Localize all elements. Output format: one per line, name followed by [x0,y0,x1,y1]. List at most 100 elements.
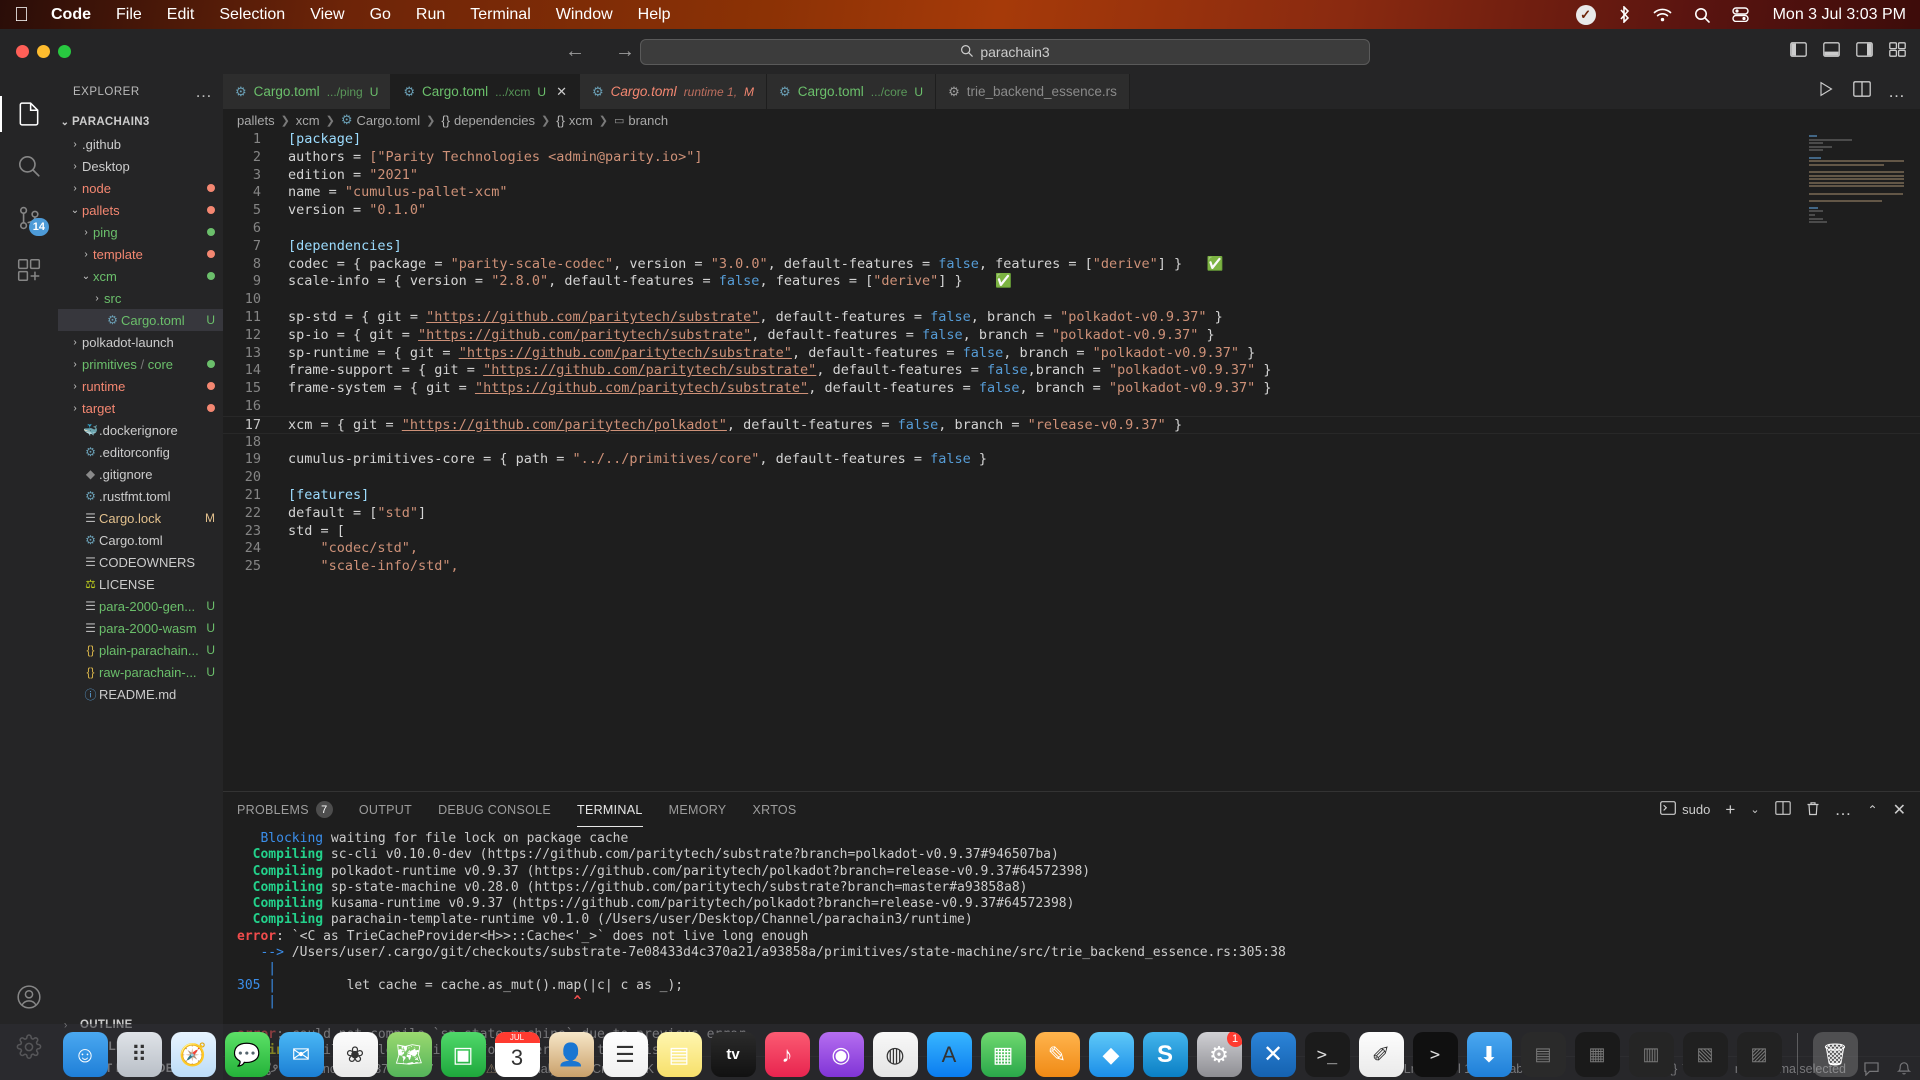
dock-item-skype[interactable]: S [1142,1032,1188,1077]
customize-layout-icon[interactable] [1889,41,1906,62]
explorer-item-cargo-toml[interactable]: ⚙ Cargo.toml U [58,309,223,331]
layout-controls[interactable] [1790,41,1906,62]
toggle-primary-sidebar-icon[interactable] [1790,41,1807,62]
dock-item-pages[interactable]: ✎ [1034,1032,1080,1077]
kill-terminal-icon[interactable] [1806,801,1820,819]
explorer-item-pallets[interactable]: ⌄ pallets [58,199,223,221]
dock-item-appletv[interactable]: tv [710,1032,756,1077]
dock-item-system-settings[interactable]: ⚙ 1 [1196,1032,1242,1077]
explorer-file-tree[interactable]: ⌄ PARACHAIN3 › .github › Desktop › node ⌄ palle… [58,109,223,1014]
explorer-item-template[interactable]: › template [58,243,223,265]
panel-tab-terminal[interactable]: TERMINAL [577,792,643,827]
dock-item-podcasts[interactable]: ◉ [818,1032,864,1077]
split-terminal-icon[interactable] [1774,801,1791,818]
explorer-item-dockerignore[interactable]: 🐳 .dockerignore [58,419,223,441]
menu-item-terminal[interactable]: Terminal [470,6,530,24]
quick-open-input[interactable]: parachain3 [640,38,1370,65]
panel-tab-problems[interactable]: PROBLEMS 7 [237,792,333,827]
menu-item-run[interactable]: Run [416,6,445,24]
explorer-item-ping[interactable]: › ping [58,221,223,243]
breadcrumb[interactable]: pallets ❯ xcm ❯ ⚙ Cargo.toml ❯ {} depend… [223,109,1920,131]
toggle-secondary-sidebar-icon[interactable] [1856,41,1873,62]
explorer-item-src[interactable]: › src [58,287,223,309]
dock-item-messages[interactable]: 💬 [224,1032,270,1077]
dock-item-safari[interactable]: 🧭 [170,1032,216,1077]
dock-item-music[interactable]: ♪ [764,1032,810,1077]
terminal-shell-label[interactable]: sudo [1660,801,1710,818]
dock-item-numbers[interactable]: ▦ [980,1032,1026,1077]
new-terminal-icon[interactable]: + [1725,800,1735,820]
search-icon[interactable] [1694,7,1710,23]
dock-item-notes[interactable]: ▤ [656,1032,702,1077]
editor-tab-0[interactable]: ⚙ Cargo.toml .../ping U [223,74,392,109]
menu-item-selection[interactable]: Selection [219,6,285,24]
activity-bar-item-accounts[interactable] [0,976,58,1028]
editor-actions[interactable]: … [1818,74,1920,109]
menu-item-view[interactable]: View [310,6,344,24]
dock-item-vscode[interactable]: ✕ [1250,1032,1296,1077]
dock-item-window-2[interactable]: ▦ [1574,1032,1620,1077]
menu-item-code[interactable]: Code [51,6,91,24]
activity-bar-item-explorer[interactable] [0,88,58,140]
dock-item-app-store[interactable]: A [926,1032,972,1077]
arrow-right-icon[interactable]: → [615,40,635,63]
close-window-button[interactable] [16,45,29,58]
editor-scrollbar[interactable] [1906,131,1920,791]
wifi-icon[interactable] [1653,8,1672,22]
editor-tab-2[interactable]: ⚙ Cargo.toml runtime 1, M [580,74,768,109]
dock-item-trash[interactable]: 🗑 [1812,1032,1858,1077]
activity-bar-item-source-control[interactable]: 14 [0,192,58,244]
explorer-item-polkadot-launch[interactable]: › polkadot-launch [58,331,223,353]
code-editor[interactable]: 1 [package] 2 authors = ["Parity Technologi… [223,131,1920,791]
more-icon[interactable]: … [1835,800,1853,820]
breadcrumb-item-xcm-dep[interactable]: {} xcm [556,113,593,128]
tab-close-icon[interactable]: ✕ [556,84,567,100]
minimap[interactable] [1809,135,1904,224]
explorer-item-gitignore[interactable]: ◆ .gitignore [58,463,223,485]
dock-item-mail[interactable]: ✉ [278,1032,324,1077]
explorer-item-node[interactable]: › node [58,177,223,199]
dock-item-finder[interactable]: ☺ [62,1032,108,1077]
explorer-item-desktop[interactable]: › Desktop [58,155,223,177]
explorer-item-editorconfig[interactable]: ⚙ .editorconfig [58,441,223,463]
dock-item-window-4[interactable]: ▧ [1682,1032,1728,1077]
maximize-window-button[interactable] [58,45,71,58]
breadcrumb-item-pallets[interactable]: pallets [237,113,275,128]
menu-item-edit[interactable]: Edit [167,6,195,24]
breadcrumb-item-dependencies[interactable]: {} dependencies [441,113,535,128]
control-center-icon[interactable] [1731,7,1749,22]
split-editor-icon[interactable] [1853,81,1871,102]
panel-tab-xrtos[interactable]: XRTOS [752,792,796,827]
dock-item-contacts[interactable]: 👤 [548,1032,594,1077]
dock-item-iterm[interactable]: > [1412,1032,1458,1077]
dock-item-window-5[interactable]: ▨ [1736,1032,1782,1077]
dock-item-reminders[interactable]: ☰ [602,1032,648,1077]
maximize-panel-icon[interactable]: ⌃ [1868,803,1878,817]
dock-item-maps[interactable]: 🗺 [386,1032,432,1077]
menu-clock[interactable]: Mon 3 Jul 3:03 PM [1773,6,1906,24]
dropdown-icon[interactable]: ⌄ [1750,803,1759,816]
window-controls[interactable] [0,45,71,58]
dock-item-facetime[interactable]: ▣ [440,1032,486,1077]
editor-tab-1[interactable]: ⚙ Cargo.toml .../xcm U ✕ [391,74,580,109]
run-icon[interactable] [1818,80,1836,103]
bluetooth-icon[interactable] [1618,6,1631,23]
explorer-item-rustfmt-toml[interactable]: ⚙ .rustfmt.toml [58,485,223,507]
breadcrumb-item-cargo-toml[interactable]: ⚙ Cargo.toml [341,112,420,128]
check-badge-icon[interactable]: ✓ [1575,4,1596,25]
dock-item-keynote[interactable]: ◆ [1088,1032,1134,1077]
panel-actions[interactable]: sudo + ⌄ … ⌃ ✕ [1660,800,1906,820]
dock-item-window-3[interactable]: ▥ [1628,1032,1674,1077]
explorer-item-xcm[interactable]: ⌄ xcm [58,265,223,287]
activity-bar-item-extensions[interactable] [0,244,58,296]
activity-bar-item-search[interactable] [0,140,58,192]
explorer-root-folder[interactable]: ⌄ PARACHAIN3 [58,111,223,133]
menu-item-help[interactable]: Help [638,6,671,24]
dock-item-notes-app[interactable]: ✐ [1358,1032,1404,1077]
panel-tab-memory[interactable]: MEMORY [669,792,727,827]
menu-item-window[interactable]: Window [556,6,613,24]
dock-item-terminal[interactable]: >_ [1304,1032,1350,1077]
dock-item-downloads[interactable]: ⬇ [1466,1032,1512,1077]
arrow-left-icon[interactable]: ← [565,40,585,63]
explorer-item-para-2000-wasm[interactable]: ☰ para-2000-wasm U [58,617,223,639]
